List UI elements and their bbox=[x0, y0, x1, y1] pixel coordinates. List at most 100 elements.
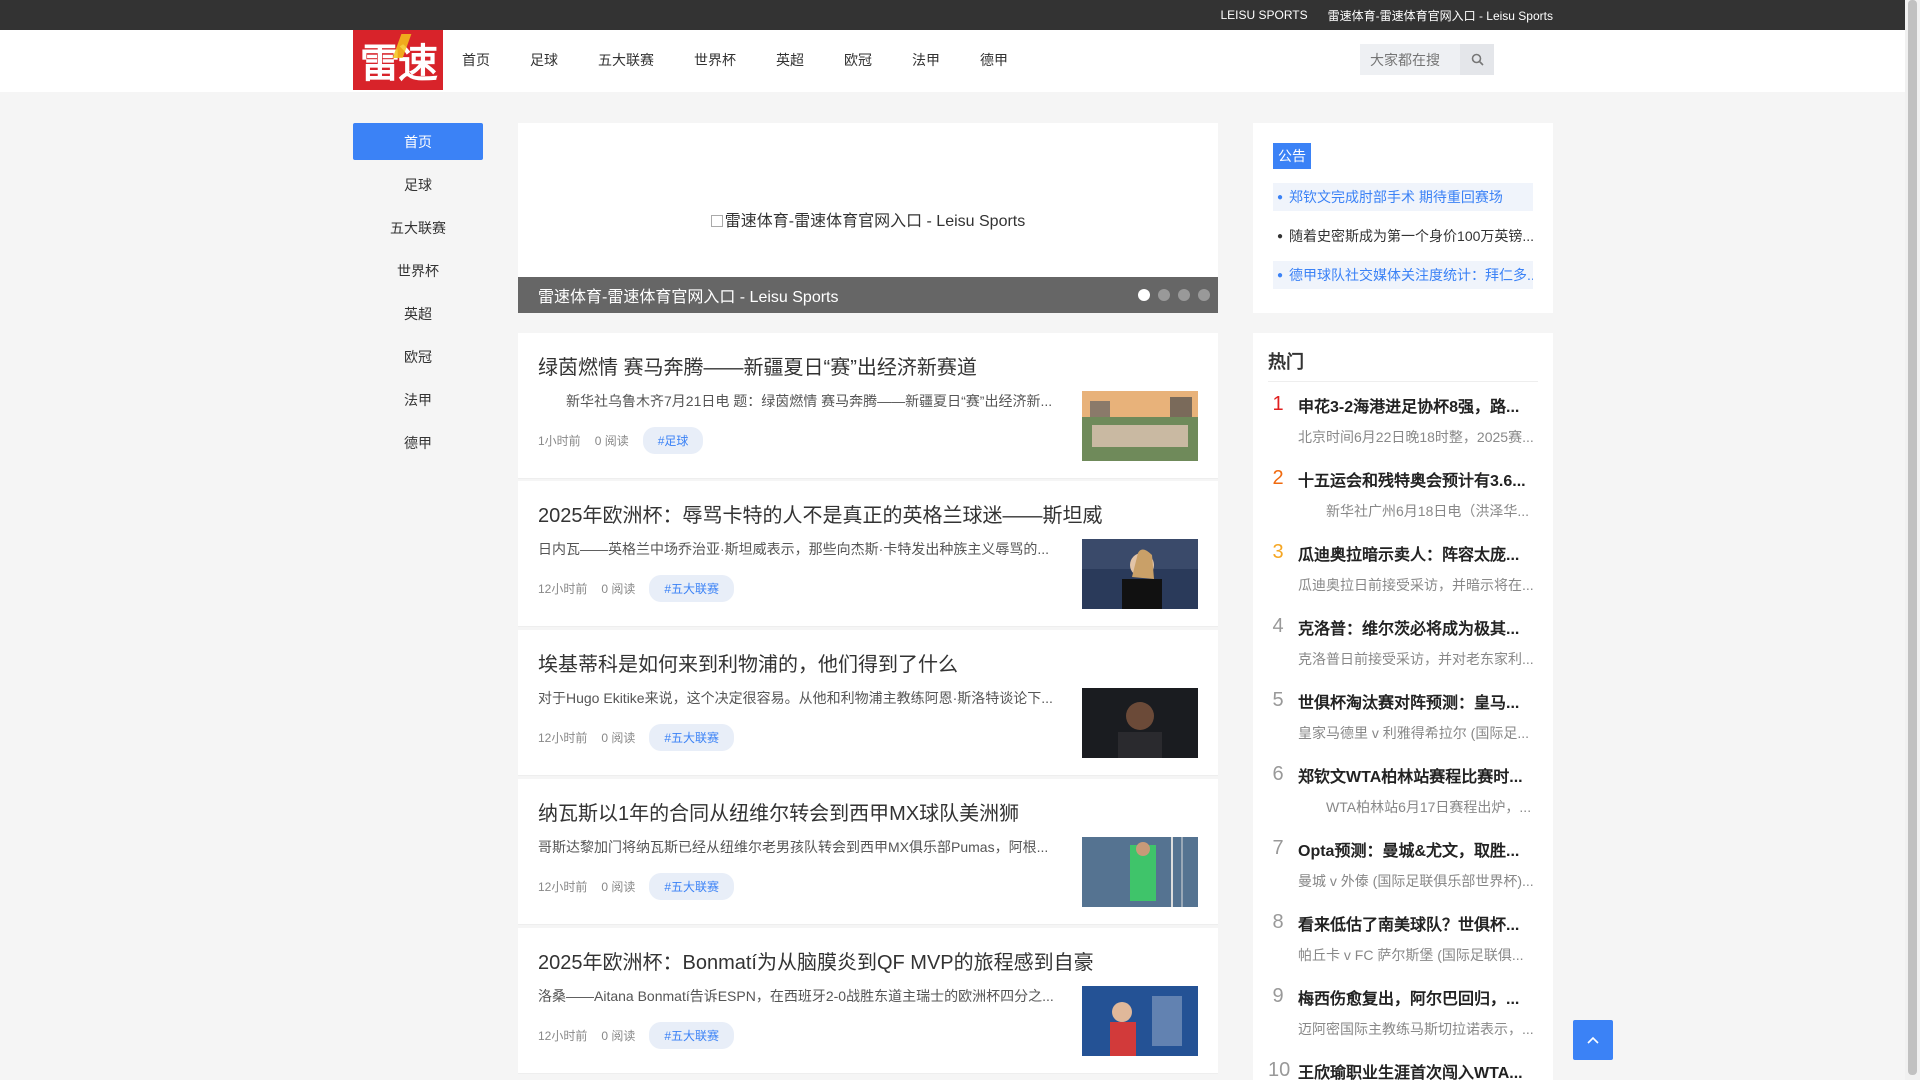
hot-item-title[interactable]: 梅西伤愈复出，阿尔巴回归，... bbox=[1298, 985, 1540, 1009]
nav-item-ligue1[interactable]: 法甲 bbox=[912, 50, 940, 70]
article-title[interactable]: 2025年欧洲杯：Bonmatí为从脑膜炎到QF MVP的旅程感到自豪 bbox=[538, 946, 1198, 975]
nav-item-worldcup[interactable]: 世界杯 bbox=[694, 50, 736, 70]
broken-image-icon bbox=[710, 215, 723, 227]
article-meta: 12小时前 0 阅读 #五大联赛 bbox=[538, 724, 735, 751]
nav-item-home[interactable]: 首页 bbox=[462, 50, 490, 70]
article-thumbnail[interactable] bbox=[1082, 688, 1198, 758]
hot-rank: 6 bbox=[1272, 763, 1284, 785]
article-card[interactable]: 绿茵燃情 赛马奔腾——新疆夏日“赛”出经济新赛道 新华社乌鲁木齐7月21日电 题… bbox=[518, 333, 1218, 479]
top-link-leisu[interactable]: LEISU SPORTS bbox=[1220, 8, 1307, 22]
hot-item-desc: 帕丘卡 v FC 萨尔斯堡 (国际足联俱... bbox=[1298, 947, 1524, 963]
sidebar-item-ucl[interactable]: 欧冠 bbox=[353, 338, 483, 375]
article-card[interactable]: 埃基蒂科是如何来到利物浦的，他们得到了什么 对于Hugo Ekitike来说，这… bbox=[518, 630, 1218, 776]
notice-label: 公告 bbox=[1273, 143, 1311, 169]
hot-divider bbox=[1268, 381, 1538, 382]
sidebar-item-bundesliga[interactable]: 德甲 bbox=[353, 424, 483, 461]
carousel-dots bbox=[1138, 289, 1210, 301]
hot-item-title[interactable]: 王欣瑜职业生涯首次闯入WTA... bbox=[1298, 1059, 1540, 1080]
nav-item-top5[interactable]: 五大联赛 bbox=[598, 50, 654, 70]
article-title[interactable]: 绿茵燃情 赛马奔腾——新疆夏日“赛”出经济新赛道 bbox=[538, 351, 1198, 380]
article-summary: 洛桑——Aitana Bonmatí告诉ESPN，在西班牙2-0战胜东道主瑞士的… bbox=[538, 988, 1054, 1004]
hot-item-desc: 新华社广州6月18日电（洪泽华... bbox=[1326, 503, 1530, 519]
top-links: LEISU SPORTS 雷速体育-雷速体育官网入口 - Leisu Sport… bbox=[1220, 0, 1553, 30]
hot-item[interactable]: 7 Opta预测：曼城&尤文，取胜... 曼城 v 外傣 (国际足联俱乐部世界杯… bbox=[1268, 829, 1540, 903]
hot-rank: 1 bbox=[1272, 393, 1284, 415]
sidebar-item-home[interactable]: 首页 bbox=[353, 123, 483, 160]
carousel-dot[interactable] bbox=[1178, 289, 1190, 301]
carousel-dot[interactable] bbox=[1158, 289, 1170, 301]
sidebar-item-worldcup[interactable]: 世界杯 bbox=[353, 252, 483, 289]
hot-item[interactable]: 4 克洛普：维尔茨必将成为极其... 克洛普日前接受采访，并对老东家利... bbox=[1268, 607, 1540, 681]
hot-rank: 8 bbox=[1272, 911, 1284, 933]
nav-item-epl[interactable]: 英超 bbox=[776, 50, 804, 70]
notice-item[interactable]: ● 德甲球队社交媒体关注度统计：拜仁多... bbox=[1273, 261, 1533, 289]
article-tag[interactable]: #五大联赛 bbox=[649, 575, 735, 602]
notice-item-text: 德甲球队社交媒体关注度统计：拜仁多... bbox=[1289, 267, 1533, 283]
page-scrollbar[interactable] bbox=[1905, 0, 1920, 1080]
hot-item-title[interactable]: Opta预测：曼城&尤文，取胜... bbox=[1298, 837, 1540, 861]
search-input[interactable] bbox=[1360, 44, 1460, 75]
notice-panel: 公告 ● 郑钦文完成肘部手术 期待重回赛场 ● 随着史密斯成为第一个身价100万英镑… bbox=[1253, 123, 1553, 313]
site-logo[interactable]: 雷速 bbox=[353, 30, 443, 90]
hot-item-desc: 克洛普日前接受采访，并对老东家利... bbox=[1298, 651, 1534, 667]
hot-item[interactable]: 6 郑钦文WTA柏林站赛程比赛时... WTA柏林站6月17日赛程出炉，... bbox=[1268, 755, 1540, 829]
article-tag[interactable]: #五大联赛 bbox=[649, 1022, 735, 1049]
banner-carousel[interactable]: 雷速体育-雷速体育官网入口 - Leisu Sports 雷速体育-雷速体育官网… bbox=[518, 123, 1218, 313]
hot-rank: 4 bbox=[1272, 615, 1284, 637]
notice-item[interactable]: ● 随着史密斯成为第一个身价100万英镑... bbox=[1273, 222, 1533, 250]
hot-rank: 10 bbox=[1268, 1059, 1291, 1080]
article-meta: 12小时前 0 阅读 #五大联赛 bbox=[538, 1022, 735, 1049]
nav-item-football[interactable]: 足球 bbox=[530, 50, 558, 70]
hot-rank: 9 bbox=[1272, 985, 1284, 1007]
hot-item-title[interactable]: 瓜迪奥拉暗示卖人：阵容太庞... bbox=[1298, 541, 1540, 565]
article-title[interactable]: 埃基蒂科是如何来到利物浦的，他们得到了什么 bbox=[538, 648, 1198, 677]
article-thumbnail[interactable] bbox=[1082, 986, 1198, 1056]
article-meta: 12小时前 0 阅读 #五大联赛 bbox=[538, 873, 735, 900]
sidebar-item-football[interactable]: 足球 bbox=[353, 166, 483, 203]
article-tag[interactable]: #五大联赛 bbox=[649, 724, 735, 751]
hot-item[interactable]: 1 申花3-2海港进足协杯8强，路... 北京时间6月22日晚18时整，2025… bbox=[1268, 385, 1540, 459]
hot-item-title[interactable]: 郑钦文WTA柏林站赛程比赛时... bbox=[1298, 763, 1540, 787]
article-reads: 0 阅读 bbox=[601, 880, 636, 894]
hot-item-desc: 迈阿密国际主教练马斯切拉诺表示，... bbox=[1298, 1021, 1534, 1037]
hot-item-title[interactable]: 十五运会和残特奥会预计有3.6... bbox=[1298, 467, 1540, 491]
hot-item-desc: 曼城 v 外傣 (国际足联俱乐部世界杯)... bbox=[1298, 873, 1534, 889]
article-tag[interactable]: #五大联赛 bbox=[649, 873, 735, 900]
back-to-top-button[interactable] bbox=[1573, 1020, 1613, 1060]
hot-item-title[interactable]: 克洛普：维尔茨必将成为极其... bbox=[1298, 615, 1540, 639]
hot-rank: 5 bbox=[1272, 689, 1284, 711]
nav-item-ucl[interactable]: 欧冠 bbox=[844, 50, 872, 70]
article-thumbnail[interactable] bbox=[1082, 539, 1198, 609]
sidebar-item-ligue1[interactable]: 法甲 bbox=[353, 381, 483, 418]
nav-item-bundesliga[interactable]: 德甲 bbox=[980, 50, 1008, 70]
hot-item[interactable]: 3 瓜迪奥拉暗示卖人：阵容太庞... 瓜迪奥拉日前接受采访，并暗示将在... bbox=[1268, 533, 1540, 607]
article-card[interactable]: 2025年欧洲杯：Bonmatí为从脑膜炎到QF MVP的旅程感到自豪 洛桑——… bbox=[518, 928, 1218, 1074]
carousel-dot[interactable] bbox=[1198, 289, 1210, 301]
notice-item[interactable]: ● 郑钦文完成肘部手术 期待重回赛场 bbox=[1273, 183, 1533, 211]
hot-item[interactable]: 8 看来低估了南美球队？世俱杯... 帕丘卡 v FC 萨尔斯堡 (国际足联俱.… bbox=[1268, 903, 1540, 977]
hot-item[interactable]: 9 梅西伤愈复出，阿尔巴回归，... 迈阿密国际主教练马斯切拉诺表示，... bbox=[1268, 977, 1540, 1051]
hot-item-title[interactable]: 申花3-2海港进足协杯8强，路... bbox=[1298, 393, 1540, 417]
hot-item[interactable]: 10 王欣瑜职业生涯首次闯入WTA... bbox=[1268, 1051, 1540, 1080]
article-time: 1小时前 bbox=[538, 434, 581, 448]
search-button[interactable] bbox=[1460, 44, 1494, 75]
top-link-site[interactable]: 雷速体育-雷速体育官网入口 - Leisu Sports bbox=[1328, 7, 1553, 24]
sidebar-item-top5[interactable]: 五大联赛 bbox=[353, 209, 483, 246]
article-card[interactable]: 2025年欧洲杯：辱骂卡特的人不是真正的英格兰球迷——斯坦威 日内瓦——英格兰中… bbox=[518, 481, 1218, 627]
hot-item[interactable]: 2 十五运会和残特奥会预计有3.6... 新华社广州6月18日电（洪泽华... bbox=[1268, 459, 1540, 533]
carousel-dot[interactable] bbox=[1138, 289, 1150, 301]
article-thumbnail[interactable] bbox=[1082, 837, 1198, 907]
hot-item-title[interactable]: 世俱杯淘汰赛对阵预测：皇马... bbox=[1298, 689, 1540, 713]
article-card[interactable]: 纳瓦斯以1年的合同从纽维尔转会到西甲MX球队美洲狮 哥斯达黎加门将纳瓦斯已经从纽… bbox=[518, 779, 1218, 925]
article-thumbnail[interactable] bbox=[1082, 391, 1198, 461]
article-title[interactable]: 2025年欧洲杯：辱骂卡特的人不是真正的英格兰球迷——斯坦威 bbox=[538, 499, 1198, 528]
article-reads: 0 阅读 bbox=[601, 1029, 636, 1043]
hot-item-desc: 皇家马德里 v 利雅得希拉尔 (国际足... bbox=[1298, 725, 1529, 741]
hot-item-title[interactable]: 看来低估了南美球队？世俱杯... bbox=[1298, 911, 1540, 935]
hot-item[interactable]: 5 世俱杯淘汰赛对阵预测：皇马... 皇家马德里 v 利雅得希拉尔 (国际足..… bbox=[1268, 681, 1540, 755]
article-title[interactable]: 纳瓦斯以1年的合同从纽维尔转会到西甲MX球队美洲狮 bbox=[538, 797, 1198, 826]
article-tag[interactable]: #足球 bbox=[642, 427, 704, 454]
article-summary: 哥斯达黎加门将纳瓦斯已经从纽维尔老男孩队转会到西甲MX俱乐部Pumas，阿根..… bbox=[538, 839, 1049, 855]
scrollbar-thumb[interactable] bbox=[1908, 0, 1917, 1075]
sidebar-item-epl[interactable]: 英超 bbox=[353, 295, 483, 332]
